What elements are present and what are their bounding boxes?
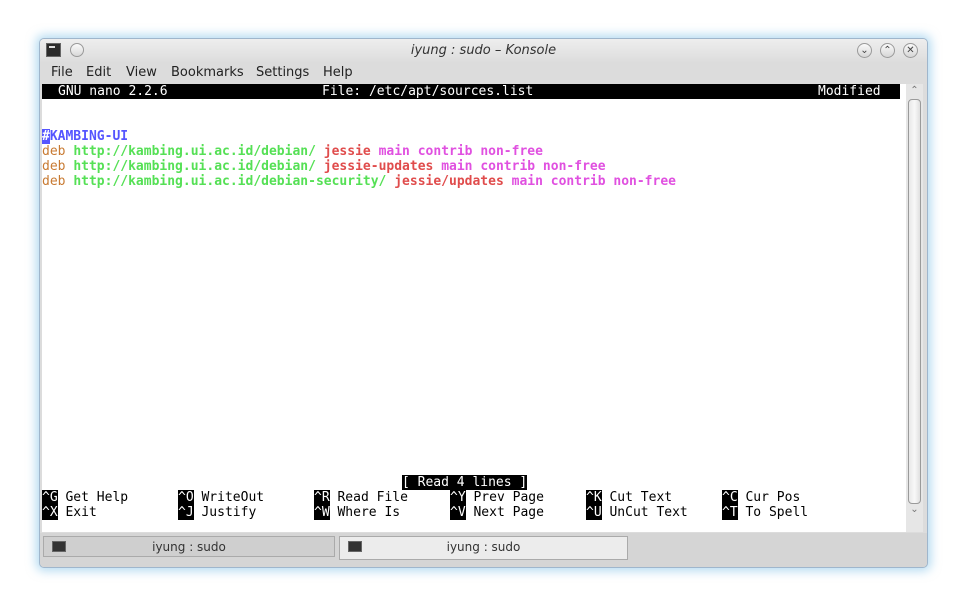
comment-line: #KAMBING-UI [42,129,128,144]
line-url: http://kambing.ui.ac.id/debian/ [73,159,316,174]
konsole-window: iyung : sudo – Konsole ⌄ ⌃ ✕ File Edit V… [39,38,928,568]
line-suite: jessie [323,144,371,159]
menu-bookmarks[interactable]: Bookmarks [171,65,244,80]
scroll-down-icon[interactable]: ⌄ [906,503,923,517]
title-bar[interactable]: iyung : sudo – Konsole ⌄ ⌃ ✕ [40,39,927,63]
nano-state: Modified [818,84,881,99]
nano-version: GNU nano 2.2.6 [58,84,168,99]
source-line: deb http://kambing.ui.ac.id/debian-secur… [42,174,676,189]
tab-bar: iyung : sudo iyung : sudo [40,533,927,567]
text-cursor: # [42,129,50,144]
shortcut-next-page: ^V Next Page [450,505,544,520]
menu-help[interactable]: Help [323,65,353,80]
shortcut-cut-text: ^K Cut Text [586,490,673,505]
line-type: deb [42,144,66,159]
line-components: main contrib non-free [378,144,543,159]
maximize-icon[interactable]: ⌃ [880,43,895,58]
menu-bar: File Edit View Bookmarks Settings Help [40,63,927,83]
nano-header: GNU nano 2.2.6 File: /etc/apt/sources.li… [42,84,900,99]
tab-label: iyung : sudo [446,540,521,554]
shortcut-get-help: ^G Get Help [42,490,129,505]
line-suite: jessie-updates [323,159,434,174]
line-url: http://kambing.ui.ac.id/debian/ [73,144,316,159]
window-title: iyung : sudo – Konsole [410,43,557,58]
tab-session-2[interactable]: iyung : sudo [339,536,628,560]
scroll-up-icon[interactable]: ⌃ [906,84,923,98]
line-components: main contrib non-free [441,159,606,174]
source-line: deb http://kambing.ui.ac.id/debian/ jess… [42,144,543,159]
tab-session-1[interactable]: iyung : sudo [43,536,335,557]
vertical-scrollbar[interactable]: ⌃ ⌄ [906,84,923,532]
shortcut-prev-page: ^Y Prev Page [450,490,544,505]
shortcut-uncut-text: ^U UnCut Text [586,505,688,520]
nano-filename: File: /etc/apt/sources.list [322,84,534,99]
nano-status: [ Read 4 lines ] [402,475,528,490]
line-suite: jessie/updates [394,174,504,189]
tab-label: iyung : sudo [152,540,226,554]
shortcut-justify: ^J Justify [178,505,257,520]
menu-edit[interactable]: Edit [86,65,111,80]
shortcut-to-spell: ^T To Spell [722,505,809,520]
shortcut-exit: ^X Exit [42,505,97,520]
minimize-icon[interactable]: ⌄ [857,43,872,58]
close-icon[interactable]: ✕ [903,43,918,58]
shortcut-writeout: ^O WriteOut [178,490,265,505]
menu-view[interactable]: View [126,65,157,80]
menu-settings[interactable]: Settings [256,65,309,80]
shortcut-where-is: ^W Where Is [314,505,401,520]
line-type: deb [42,174,66,189]
line-components: main contrib non-free [511,174,676,189]
terminal-area[interactable]: GNU nano 2.2.6 File: /etc/apt/sources.li… [42,84,906,532]
shortcut-read-file: ^R Read File [314,490,408,505]
menu-file[interactable]: File [51,65,73,80]
line-url: http://kambing.ui.ac.id/debian-security/ [73,174,387,189]
shortcut-cur-pos: ^C Cur Pos [722,490,801,505]
source-line: deb http://kambing.ui.ac.id/debian/ jess… [42,159,606,174]
line-type: deb [42,159,66,174]
comment-text: KAMBING-UI [49,129,129,144]
scrollbar-thumb[interactable] [908,99,921,504]
